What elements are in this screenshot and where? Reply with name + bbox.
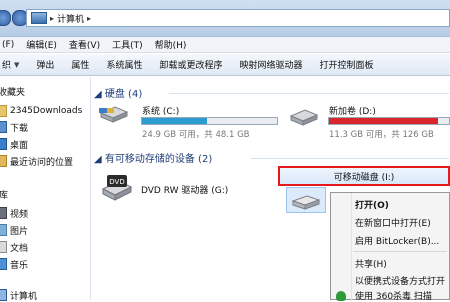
hard-drive-icon	[289, 109, 319, 126]
dropdown-arrow-icon: ▼	[14, 60, 20, 69]
menu-help[interactable]: 帮助(H)	[155, 38, 187, 51]
music-icon	[0, 258, 7, 270]
context-menu: 打开(O) 在新窗口中打开(E) 启用 BitLocker(B)... 共享(H…	[330, 192, 450, 302]
menu-separator	[353, 251, 447, 252]
sidebar-item-2345downloads[interactable]: 2345Downloads	[0, 104, 82, 118]
collapse-icon[interactable]: ◢	[94, 89, 105, 100]
system-properties-button[interactable]: 系统属性	[106, 54, 142, 76]
context-menu-area: 可移动磁盘 (I:) 打开(O) 在新窗口中打开(E) 启用 BitLocker…	[278, 166, 450, 302]
hard-disk-group-header[interactable]: ◢ 硬盘 (4)	[94, 85, 142, 100]
sidebar-item-downloads[interactable]: 下载	[0, 120, 28, 134]
sidebar-item-music[interactable]: 音乐	[0, 257, 28, 271]
hard-drive-icon	[99, 106, 129, 123]
pictures-icon	[0, 224, 7, 236]
video-icon	[0, 207, 7, 219]
drive-label: 系统 (C:)	[142, 107, 180, 117]
chevron-right-icon[interactable]: ▸	[50, 14, 54, 23]
desktop-icon	[0, 138, 7, 150]
chevron-right-icon[interactable]: ▸	[87, 14, 91, 23]
computer-icon	[0, 289, 7, 301]
menu-file-partial[interactable]: (F)	[2, 40, 14, 50]
removable-disk-highlight[interactable]: 可移动磁盘 (I:)	[278, 166, 450, 186]
menu-item-open-new-window[interactable]: 在新窗口中打开(E)	[355, 216, 431, 229]
address-bar[interactable]: ▸ 计算机 ▸	[26, 9, 450, 27]
free-space-label: 24.9 GB 可用，共 48.1 GB	[142, 130, 250, 140]
dvd-badge: DVD	[109, 178, 124, 186]
usage-bar-fill	[142, 118, 207, 124]
navigation-pane: 收藏夹 2345Downloads 下载 桌面 最近访问的位置 库 视频 图片 …	[0, 77, 91, 302]
back-icon[interactable]	[0, 10, 11, 26]
eject-button[interactable]: 弹出	[36, 54, 54, 76]
menu-item-share[interactable]: 共享(H)	[355, 257, 387, 270]
recent-places-icon	[0, 155, 7, 167]
title-bar: ▸ 计算机 ▸	[0, 0, 450, 37]
properties-button[interactable]: 属性	[71, 54, 89, 76]
menu-bar: (F) 编辑(E) 查看(V) 工具(T) 帮助(H)	[0, 37, 450, 53]
sidebar-item-videos[interactable]: 视频	[0, 206, 28, 220]
menu-item-360-scan[interactable]: 使用 360杀毒 扫描	[355, 289, 432, 302]
command-toolbar: 织 ▼ 弹出 属性 系统属性 卸载或更改程序 映射网络驱动器 打开控制面板	[0, 54, 450, 76]
menu-item-open[interactable]: 打开(O)	[355, 198, 389, 211]
address-location[interactable]: 计算机	[57, 12, 84, 25]
free-space-label: 11.3 GB 可用，共 126 GB	[329, 130, 434, 140]
map-network-drive-button[interactable]: 映射网络驱动器	[239, 54, 302, 76]
group-divider	[169, 93, 449, 94]
documents-icon	[0, 241, 7, 253]
sidebar-item-documents[interactable]: 文档	[0, 240, 28, 254]
menu-item-open-as-portable[interactable]: 以便携式设备方式打开	[355, 274, 445, 287]
group-divider	[251, 158, 449, 159]
usage-bar-fill	[329, 118, 439, 124]
organize-button[interactable]: 织 ▼	[2, 54, 19, 76]
favorites-heading[interactable]: 收藏夹	[0, 85, 25, 98]
collapse-icon[interactable]: ◢	[94, 154, 105, 165]
menu-tools[interactable]: 工具(T)	[112, 38, 143, 51]
menu-view[interactable]: 查看(V)	[69, 38, 100, 51]
menu-edit[interactable]: 编辑(E)	[26, 38, 57, 51]
computer-icon	[31, 12, 47, 24]
sidebar-item-recent-places[interactable]: 最近访问的位置	[0, 154, 73, 168]
folder-icon	[0, 105, 7, 117]
sidebar-item-pictures[interactable]: 图片	[0, 223, 28, 237]
open-control-panel-button[interactable]: 打开控制面板	[319, 54, 373, 76]
sidebar-item-desktop[interactable]: 桌面	[0, 137, 28, 151]
usage-bar	[141, 117, 278, 125]
drive-label: DVD RW 驱动器 (G:)	[141, 186, 229, 196]
dvd-drive-icon: DVD	[101, 175, 133, 201]
navigation-buttons[interactable]	[0, 10, 28, 26]
libraries-heading[interactable]: 库	[0, 188, 8, 201]
menu-gutter	[351, 193, 352, 301]
removable-group-header[interactable]: ◢ 有可移动存储的设备 (2)	[94, 150, 212, 165]
removable-disk-label: 可移动磁盘 (I:)	[333, 172, 395, 183]
download-icon	[0, 121, 7, 133]
uninstall-program-button[interactable]: 卸载或更改程序	[159, 54, 222, 76]
usage-bar	[328, 117, 450, 125]
drive-label: 新加卷 (D:)	[329, 107, 376, 117]
menu-item-enable-bitlocker[interactable]: 启用 BitLocker(B)...	[355, 234, 439, 247]
